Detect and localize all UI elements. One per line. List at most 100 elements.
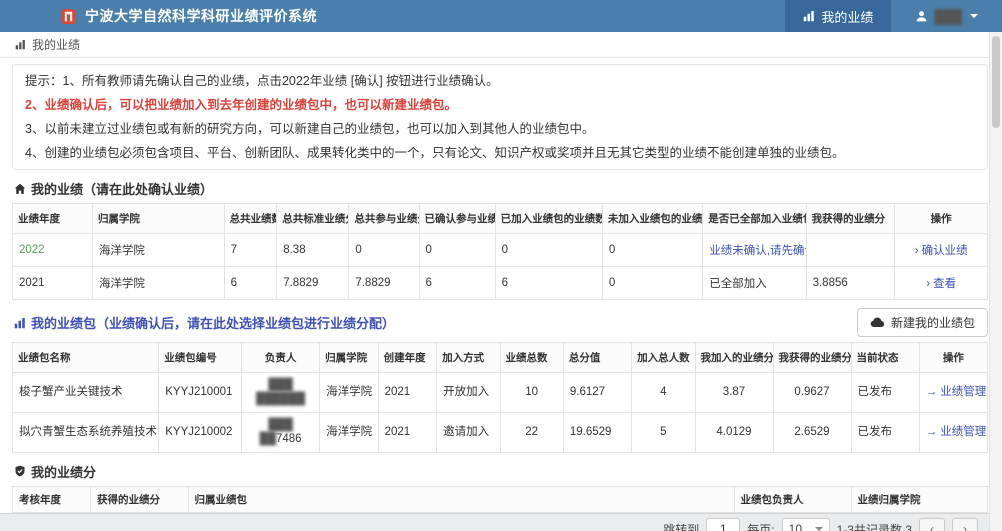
user-icon xyxy=(915,10,928,23)
cell-std-score: 7.8829 xyxy=(276,266,350,300)
cell-total-score: 9.6127 xyxy=(562,372,633,413)
cell-my-score xyxy=(805,233,896,267)
column-header: 我获得的业绩分 xyxy=(805,203,896,234)
table-header-row: 考核年度 获得的业绩分 归属业绩包 业绩包负责人 业绩归属学院 xyxy=(12,485,988,513)
section-title-text: 我的业绩分 xyxy=(31,464,97,480)
cell-college: 海洋学院 xyxy=(319,411,379,453)
cell-part-score: 0 xyxy=(348,233,420,267)
nav-button-label: 我的业绩 xyxy=(821,9,874,25)
performance-manage-link[interactable]: → 业绩管理 xyxy=(926,386,987,398)
cell-year: 2021 xyxy=(377,372,438,413)
table-row: 梭子蟹产业关键技术 KYYJ210001 ███ ██████ 海洋学院 202… xyxy=(11,372,989,413)
caret-down-icon xyxy=(970,14,978,18)
column-header: 业绩包名称 xyxy=(11,342,160,373)
cell-perf-count: 22 xyxy=(499,411,564,453)
section-title-my-performance: 我的业绩（请在此处确认业绩） xyxy=(14,179,988,198)
breadcrumb[interactable]: 我的业绩 xyxy=(0,32,1002,58)
column-header: 业绩总数 xyxy=(499,342,564,373)
cell-part-score: 7.8829 xyxy=(348,266,420,300)
column-header: 业绩年度 xyxy=(12,203,93,234)
new-package-button-label: 新建我的业绩包 xyxy=(890,316,975,330)
status-badge: 已发布 xyxy=(850,372,920,413)
bar-chart-icon xyxy=(14,317,26,329)
per-page-select[interactable]: 10 xyxy=(781,518,830,531)
section-title-text: 我的业绩（请在此处确认业绩） xyxy=(31,182,214,197)
cell-year: 2021 xyxy=(12,266,93,300)
cell-year: 2022 xyxy=(12,233,93,267)
column-header: 创建年度 xyxy=(377,342,438,373)
cell-package-name: 拟穴青蟹生态系统养殖技术 xyxy=(11,411,160,453)
footer-bar: 跳转到 每页: 10 1-3共记录数 3 ‹ › xyxy=(0,513,1002,531)
table-header-row: 业绩包名称 业绩包编号 负责人 归属学院 创建年度 加入方式 业绩总数 总分值 … xyxy=(11,342,989,373)
cloud-icon xyxy=(870,317,885,328)
jump-label: 跳转到 xyxy=(663,522,700,531)
chevron-right-icon: › xyxy=(926,278,931,290)
column-header: 未加入业绩包的业绩数 xyxy=(601,203,704,234)
prev-page-button[interactable]: ‹ xyxy=(919,518,945,531)
performance-manage-link[interactable]: → 业绩管理 xyxy=(926,426,987,438)
column-header: 是否已全部加入业绩包 xyxy=(702,203,807,234)
column-header: 业绩归属学院 xyxy=(850,485,988,513)
per-page-value: 10 xyxy=(788,522,802,531)
cell-total-count: 7 xyxy=(223,233,278,267)
cell-join-type: 开放加入 xyxy=(436,372,501,413)
per-page-label: 每页: xyxy=(747,522,775,531)
cell-std-score: 8.38 xyxy=(276,233,350,267)
section-title-my-scores: 我的业绩分 xyxy=(14,462,988,481)
chevron-right-icon: › xyxy=(914,245,919,257)
cell-total-score: 19.6529 xyxy=(562,411,633,453)
home-icon xyxy=(14,183,26,195)
cell-package-code: KYYJ210001 xyxy=(158,372,243,413)
app-logo-icon xyxy=(60,8,77,25)
scrollbar-thumb[interactable] xyxy=(992,36,1000,128)
notice-line-2: 2、业绩确认后，可以把业绩加入到去年创建的业绩包中，也可以新建业绩包。 xyxy=(25,98,457,112)
cell-total-count: 6 xyxy=(223,266,278,300)
user-name: ███ xyxy=(934,8,962,24)
my-performance-nav-button[interactable]: 我的业绩 xyxy=(785,0,892,32)
cell-my-get-score: 0.9627 xyxy=(772,372,852,413)
cell-my-get-score: 2.6529 xyxy=(772,411,852,453)
column-header: 加入方式 xyxy=(436,342,501,373)
status-badge: 已发布 xyxy=(850,411,920,453)
jump-page-input[interactable] xyxy=(706,518,741,531)
column-header: 归属学院 xyxy=(91,203,225,234)
cell-college: 海洋学院 xyxy=(319,372,379,413)
cell-joined-count: 6 xyxy=(494,266,603,300)
confirm-performance-link[interactable]: › 确认业绩 xyxy=(915,245,968,257)
cell-college: 海洋学院 xyxy=(91,233,225,267)
user-menu[interactable]: ███ xyxy=(891,9,1002,24)
notice-line-4: 4、创建的业绩包必须包含项目、平台、创新团队、成果转化类中的一个，只有论文、知识… xyxy=(25,146,845,160)
arrow-right-icon: → xyxy=(925,425,938,438)
cell-joined-count: 0 xyxy=(494,233,603,267)
table-header-row: 业绩年度 归属学院 总共业绩数 总共标准业绩分 总共参与业绩分 已确认参与业绩数… xyxy=(12,203,988,234)
cell-member-count: 4 xyxy=(631,372,696,413)
column-header: 业绩包编号 xyxy=(158,342,243,373)
cell-member-count: 5 xyxy=(631,411,696,453)
view-link[interactable]: › 查看 xyxy=(926,278,956,290)
column-header: 总共标准业绩分 xyxy=(276,203,350,234)
arrow-right-icon: → xyxy=(925,386,938,399)
cell-confirmed-count: 0 xyxy=(418,233,496,267)
cell-manager: ███ ██7486 xyxy=(241,411,321,453)
table-row: 拟穴青蟹生态系统养殖技术 KYYJ210002 ███ ██7486 海洋学院 … xyxy=(11,411,989,453)
cell-package-code: KYYJ210002 xyxy=(158,411,243,453)
next-page-button[interactable]: › xyxy=(952,518,978,531)
notice-box: 提示：1、所有教师请先确认自己的业绩，点击2022年业绩 [确认] 按钮进行业绩… xyxy=(12,64,988,170)
column-header: 归属学院 xyxy=(319,342,379,373)
column-header: 归属业绩包 xyxy=(187,485,735,513)
column-header: 已加入业绩包的业绩数 xyxy=(494,203,603,234)
scrollbar[interactable] xyxy=(989,32,1002,531)
column-header: 总分值 xyxy=(562,342,633,373)
cell-not-joined-count: 0 xyxy=(601,266,704,300)
cell-confirmed-count: 6 xyxy=(418,266,496,300)
new-package-button[interactable]: 新建我的业绩包 xyxy=(856,308,988,337)
cell-my-join-score: 4.0129 xyxy=(694,411,774,453)
record-range-text: 1-3共记录数 3 xyxy=(836,522,912,531)
my-performance-table: 业绩年度 归属学院 总共业绩数 总共标准业绩分 总共参与业绩分 已确认参与业绩数… xyxy=(12,203,988,300)
section-title-text: 我的业绩包（业绩确认后，请在此处选择业绩包进行业绩分配） xyxy=(31,316,396,331)
my-packages-table: 业绩包名称 业绩包编号 负责人 归属学院 创建年度 加入方式 业绩总数 总分值 … xyxy=(11,342,989,453)
section-title-my-packages: 我的业绩包（业绩确认后，请在此处选择业绩包进行业绩分配） xyxy=(14,313,395,332)
bar-chart-icon xyxy=(15,39,26,50)
pagination: 跳转到 每页: 10 1-3共记录数 3 ‹ › xyxy=(663,518,978,531)
join-status-link[interactable]: 业绩未确认,请先确认 xyxy=(702,233,807,267)
